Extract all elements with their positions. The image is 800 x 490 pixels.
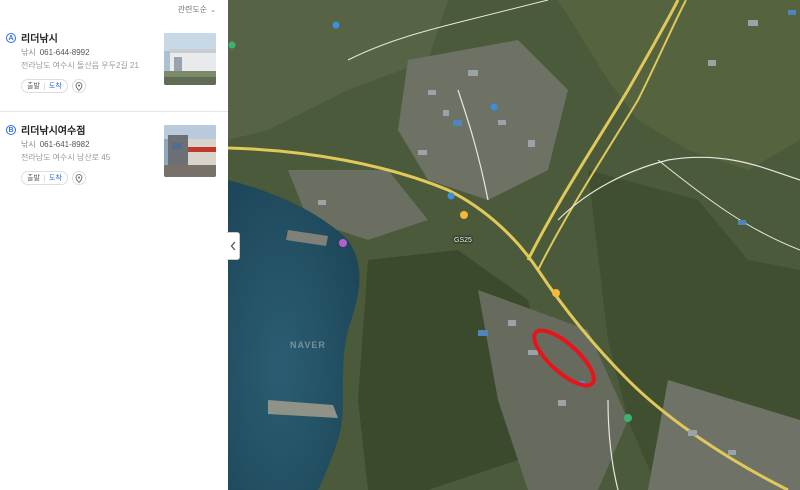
sort-dropdown[interactable]: 관련도순 ⌄ xyxy=(178,4,216,15)
poi-marker-icon[interactable] xyxy=(447,192,455,200)
result-actions: 출발 도착 xyxy=(21,78,86,94)
result-category: 낚시 xyxy=(21,48,36,57)
result-name[interactable]: 리더낚시여수점 xyxy=(21,122,85,137)
depart-button[interactable]: 출발 xyxy=(27,81,40,91)
result-phone[interactable]: 061-644-8992 xyxy=(40,48,90,57)
result-thumbnail[interactable] xyxy=(164,125,216,177)
collapse-panel-button[interactable] xyxy=(227,232,240,260)
result-meta: 낚시 061-644-8992 xyxy=(21,47,90,58)
app-root: 관련도순 ⌄ A 리더낚시 낚시 061-644-8992 전라남도 여수시 돌산읍… xyxy=(0,0,800,490)
satellite-map[interactable]: GS25 NAVER xyxy=(228,0,800,490)
poi-marker-icon[interactable] xyxy=(339,239,347,247)
map-pin-button[interactable] xyxy=(71,79,86,93)
result-item[interactable]: B 리더낚시여수점 낚시 061-641-8982 전라남도 여수시 남산로 45… xyxy=(0,112,228,204)
result-phone[interactable]: 061-641-8982 xyxy=(40,140,90,149)
arrive-button[interactable]: 도착 xyxy=(49,173,62,183)
result-actions: 출발 도착 xyxy=(21,170,86,186)
naver-watermark: NAVER xyxy=(290,340,326,350)
poi-marker-icon[interactable] xyxy=(490,103,498,111)
map-canvas[interactable] xyxy=(228,0,800,490)
pill-divider xyxy=(43,82,45,90)
map-pin-button[interactable] xyxy=(71,171,86,185)
result-item[interactable]: A 리더낚시 낚시 061-644-8992 전라남도 여수시 돌산읍 우두2길 … xyxy=(0,20,228,112)
result-address: 전라남도 여수시 돌산읍 우두2길 21 xyxy=(21,61,139,70)
marker-a-icon: A xyxy=(6,33,16,43)
result-address: 전라남도 여수시 남산로 45 xyxy=(21,153,111,162)
poi-marker-icon[interactable] xyxy=(552,289,560,297)
result-category: 낚시 xyxy=(21,140,36,149)
result-meta: 낚시 061-641-8982 xyxy=(21,139,90,150)
arrive-button[interactable]: 도착 xyxy=(49,81,62,91)
sort-label: 관련도순 xyxy=(177,5,208,14)
storefront-photo xyxy=(164,33,216,85)
chevron-left-icon xyxy=(230,241,236,251)
route-pill: 출발 도착 xyxy=(21,171,68,185)
pill-divider xyxy=(43,174,45,182)
gas-station-icon[interactable] xyxy=(460,211,468,219)
result-thumbnail[interactable] xyxy=(164,33,216,85)
poi-marker-icon[interactable] xyxy=(228,41,236,49)
search-results-panel: 관련도순 ⌄ A 리더낚시 낚시 061-644-8992 전라남도 여수시 돌산읍… xyxy=(0,0,228,490)
poi-marker-icon[interactable] xyxy=(332,21,340,29)
gas-station-label: GS25 xyxy=(454,237,472,244)
marker-b-icon: B xyxy=(6,125,16,135)
depart-button[interactable]: 출발 xyxy=(27,173,40,183)
map-pin-icon xyxy=(75,173,83,183)
poi-marker-icon[interactable] xyxy=(624,414,632,422)
map-pin-icon xyxy=(75,81,83,91)
storefront-photo xyxy=(164,125,216,177)
route-pill: 출발 도착 xyxy=(21,79,68,93)
result-name[interactable]: 리더낚시 xyxy=(21,30,58,45)
chevron-down-icon: ⌄ xyxy=(210,7,216,14)
